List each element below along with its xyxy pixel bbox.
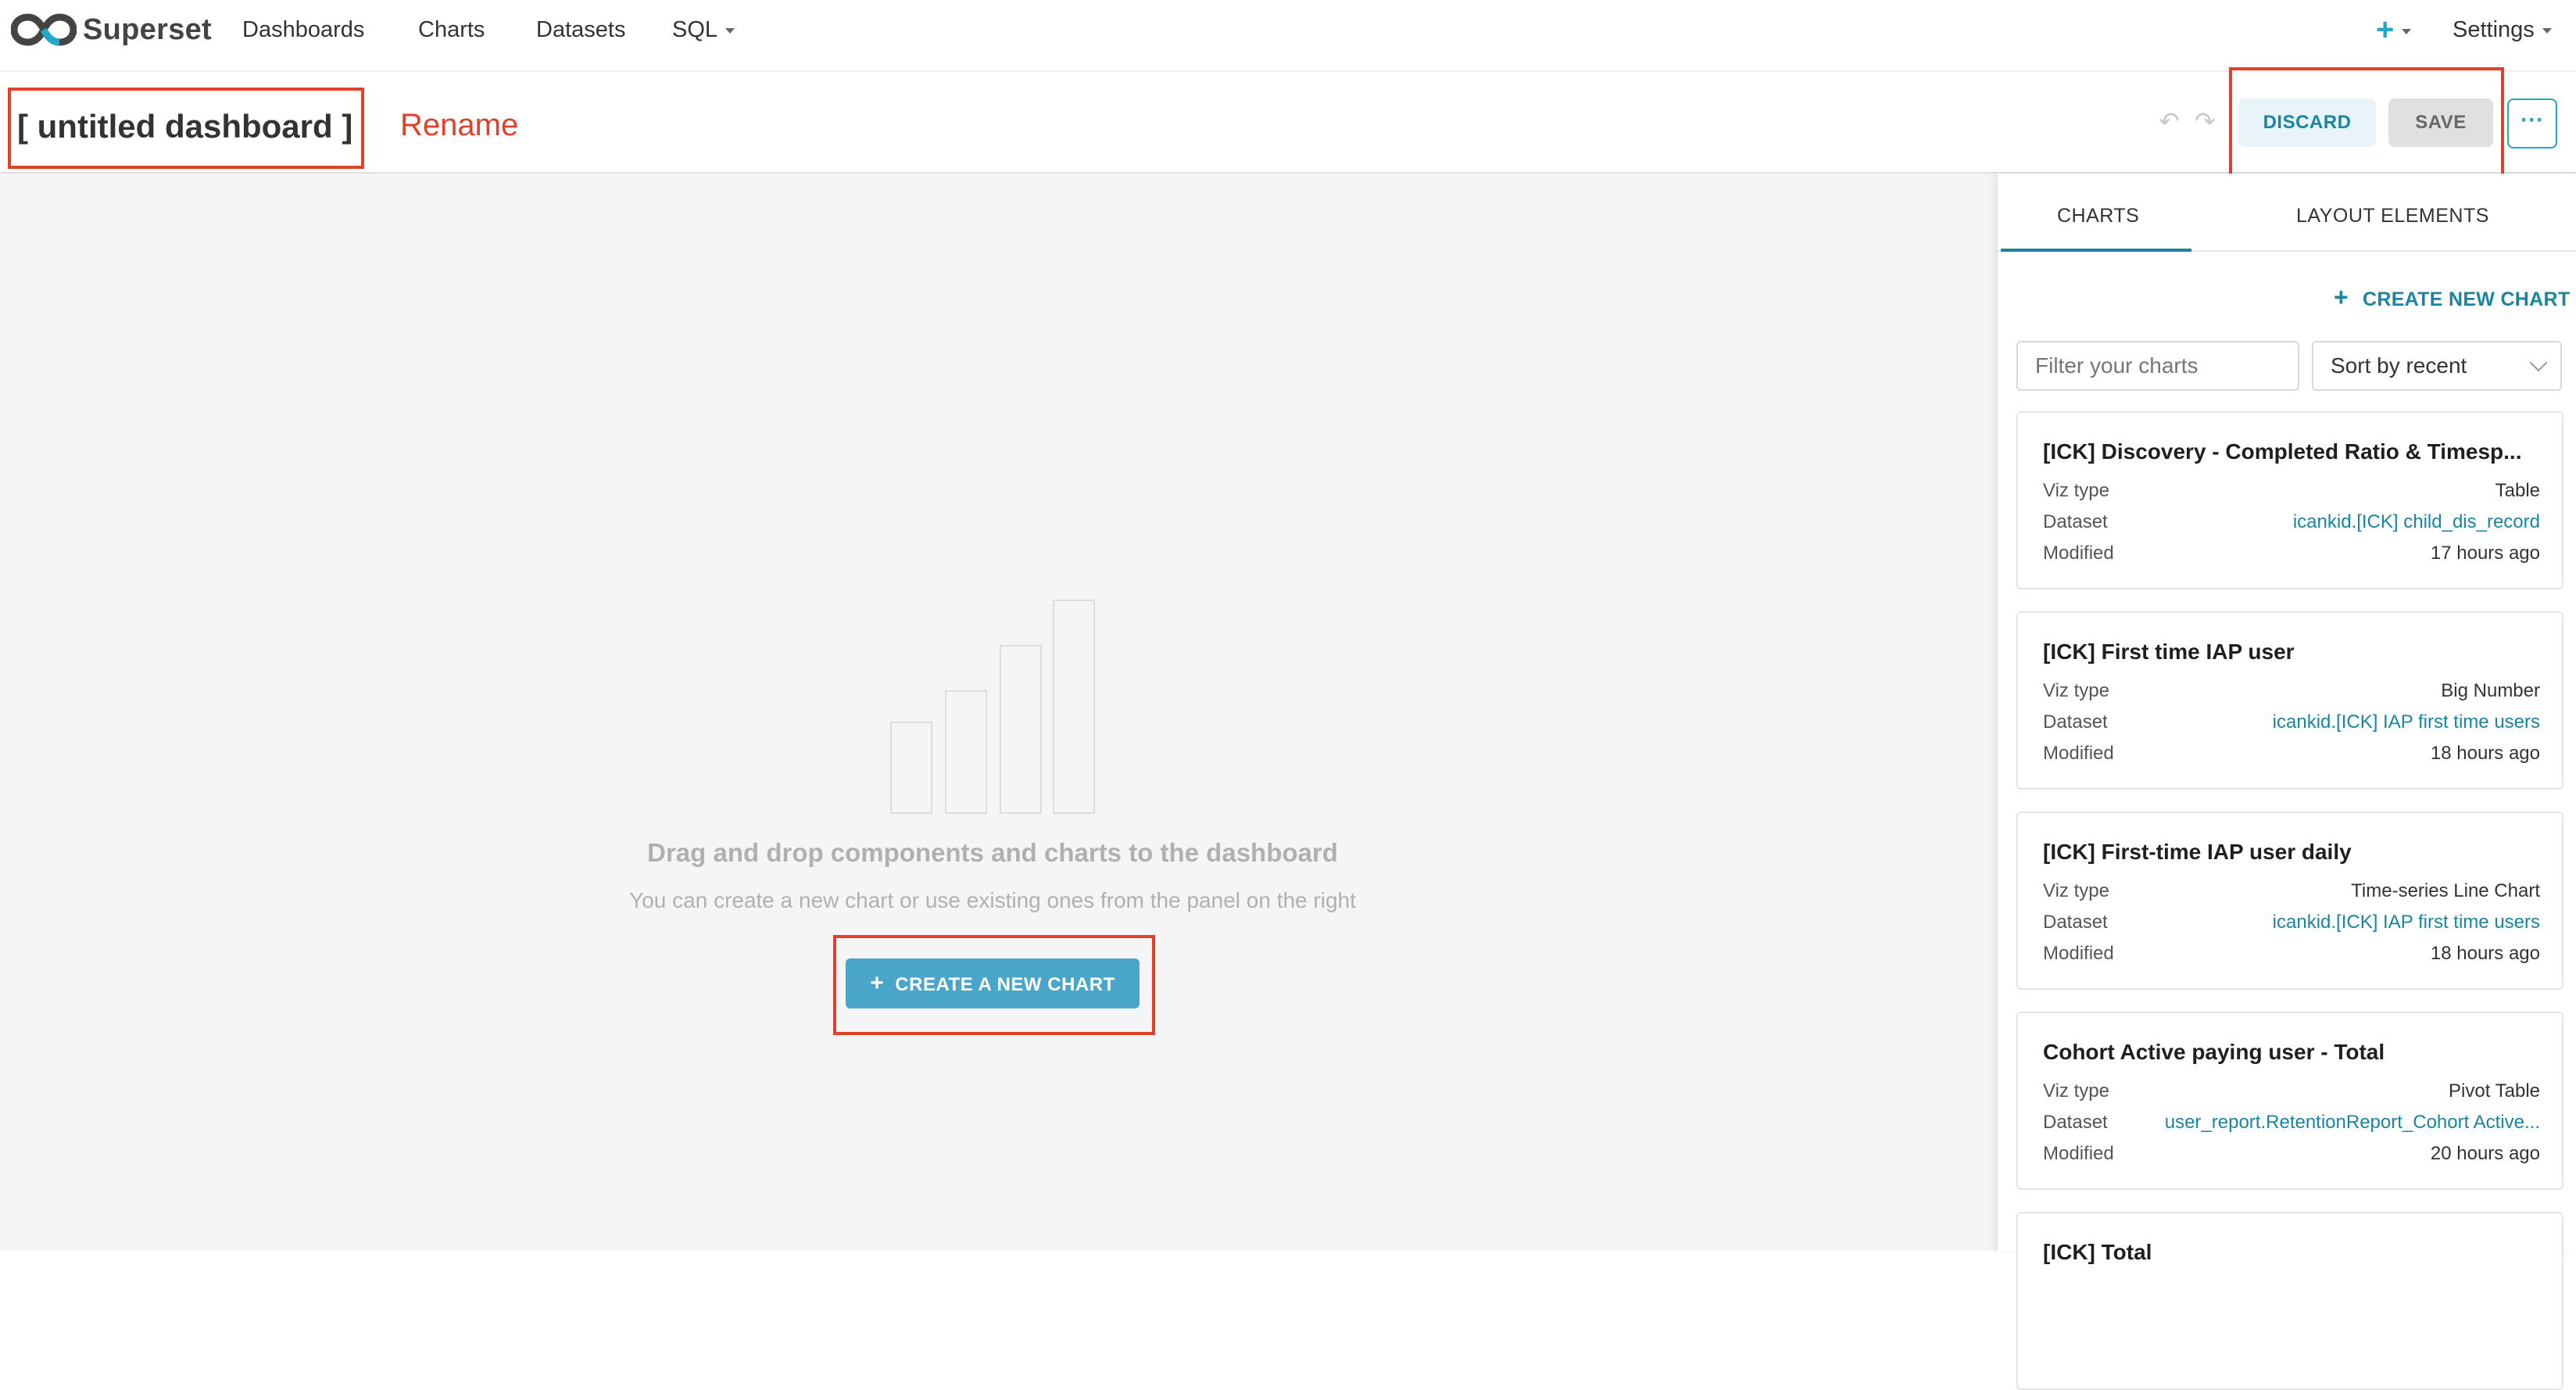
chart-card[interactable]: [ICK] First-time IAP user daily Viz type… <box>2016 811 2563 990</box>
chart-card-row: Modified 18 hours ago <box>2043 943 2540 971</box>
plus-icon: + <box>2376 13 2395 47</box>
modified-label: Modified <box>2043 1143 2114 1164</box>
chevron-down-icon <box>2529 353 2548 372</box>
dataset-label: Dataset <box>2043 511 2108 532</box>
viz-type-label: Viz type <box>2043 480 2109 501</box>
viz-type-value: Table <box>2495 480 2540 501</box>
viz-type-value: Time-series Line Chart <box>2351 880 2540 901</box>
top-navbar: Superset Dashboards Charts Datasets SQL … <box>0 0 2576 72</box>
chart-card-row: Viz type Table <box>2043 480 2540 508</box>
modified-value: 17 hours ago <box>2430 543 2540 564</box>
save-button[interactable]: SAVE <box>2388 99 2493 147</box>
chart-card-row: Modified 17 hours ago <box>2043 543 2540 571</box>
viz-type-value: Big Number <box>2441 680 2540 701</box>
viz-type-label: Viz type <box>2043 880 2109 901</box>
settings-label: Settings <box>2453 17 2535 42</box>
viz-type-label: Viz type <box>2043 680 2109 701</box>
nav-datasets[interactable]: Datasets <box>536 14 625 45</box>
modified-label: Modified <box>2043 743 2114 764</box>
chart-card-row: Dataset icankid.[ICK] IAP first time use… <box>2043 912 2540 940</box>
chart-card-row: Modified 20 hours ago <box>2043 1143 2540 1171</box>
chart-card[interactable]: [ICK] First time IAP user Viz type Big N… <box>2016 611 2563 790</box>
create-new-chart-link[interactable]: + CREATE NEW CHART <box>2334 283 2570 312</box>
create-new-chart-link-label: CREATE NEW CHART <box>2363 288 2571 310</box>
sort-select[interactable]: Sort by recent <box>2312 341 2562 391</box>
dataset-link[interactable]: icankid.[ICK] IAP first time users <box>2273 711 2540 733</box>
modified-label: Modified <box>2043 543 2114 564</box>
create-new-chart-button[interactable]: + CREATE A NEW CHART <box>846 958 1140 1008</box>
tab-layout-elements[interactable]: LAYOUT ELEMENTS <box>2296 205 2489 227</box>
dataset-label: Dataset <box>2043 912 2108 933</box>
chart-card-row: Viz type Pivot Table <box>2043 1080 2540 1109</box>
modified-value: 18 hours ago <box>2430 943 2540 964</box>
empty-chart-illustration-icon <box>890 600 1095 814</box>
modified-value: 20 hours ago <box>2430 1143 2540 1164</box>
filter-charts-input[interactable] <box>2016 341 2299 391</box>
chart-card-row: Viz type Big Number <box>2043 680 2540 708</box>
chart-card-row: Dataset icankid.[ICK] IAP first time use… <box>2043 711 2540 740</box>
nav-sql[interactable]: SQL <box>672 14 735 45</box>
chart-card-title: Cohort Active paying user - Total <box>2043 1040 2385 1064</box>
chevron-down-icon <box>2402 28 2412 34</box>
viz-type-label: Viz type <box>2043 1080 2109 1102</box>
superset-logo-icon <box>11 13 77 46</box>
dataset-label: Dataset <box>2043 1112 2108 1133</box>
superset-logo[interactable]: Superset <box>11 8 212 52</box>
plus-icon: + <box>870 970 885 996</box>
nav-dashboards[interactable]: Dashboards <box>242 14 364 45</box>
chart-card-title: [ICK] Discovery - Completed Ratio & Time… <box>2043 439 2522 464</box>
builder-side-panel: CHARTS LAYOUT ELEMENTS + CREATE NEW CHART… <box>1996 174 2576 1390</box>
undo-icon[interactable]: ↶ <box>2159 106 2180 136</box>
rename-annotation: Rename <box>400 108 519 142</box>
title-annotation-box: [ untitled dashboard ] <box>8 88 364 169</box>
empty-state-subtitle: You can create a new chart or use existi… <box>629 888 1356 912</box>
chart-card-row: Dataset user_report.RetentionReport_Coho… <box>2043 1112 2540 1140</box>
chart-card-title: [ICK] Total <box>2043 1240 2152 1264</box>
tab-charts[interactable]: CHARTS <box>2057 205 2139 227</box>
viz-type-value: Pivot Table <box>2449 1080 2540 1102</box>
more-options-button[interactable]: ··· <box>2507 99 2557 149</box>
chart-card-title: [ICK] First time IAP user <box>2043 639 2295 664</box>
dataset-label: Dataset <box>2043 711 2108 733</box>
dataset-link[interactable]: icankid.[ICK] IAP first time users <box>2273 912 2540 933</box>
modified-label: Modified <box>2043 943 2114 964</box>
discard-button[interactable]: DISCARD <box>2238 99 2376 147</box>
new-menu-button[interactable]: + <box>2376 13 2412 47</box>
nav-charts[interactable]: Charts <box>418 14 485 45</box>
chart-card[interactable]: Cohort Active paying user - Total Viz ty… <box>2016 1012 2563 1190</box>
empty-state-title: Drag and drop components and charts to t… <box>647 838 1338 867</box>
create-new-chart-label: CREATE A NEW CHART <box>895 974 1115 995</box>
dashboard-canvas[interactable]: Drag and drop components and charts to t… <box>0 174 1996 1251</box>
chart-card-row: Modified 18 hours ago <box>2043 743 2540 771</box>
active-tab-indicator <box>2001 249 2191 252</box>
redo-icon[interactable]: ↷ <box>2195 106 2216 136</box>
chevron-down-icon <box>725 27 735 34</box>
plus-icon: + <box>2334 283 2349 311</box>
sort-select-value: Sort by recent <box>2331 353 2467 378</box>
dashboard-title-input[interactable]: [ untitled dashboard ] <box>17 108 352 145</box>
brand-name: Superset <box>83 13 213 46</box>
settings-menu[interactable]: Settings <box>2453 14 2552 45</box>
chevron-down-icon <box>2542 27 2552 34</box>
chart-card-title: [ICK] First-time IAP user daily <box>2043 840 2352 864</box>
dataset-link[interactable]: icankid.[ICK] child_dis_record <box>2293 511 2540 533</box>
chart-card[interactable]: [ICK] Total <box>2016 1212 2563 1390</box>
dataset-link[interactable]: user_report.RetentionReport_Cohort Activ… <box>2165 1112 2540 1134</box>
chart-card[interactable]: [ICK] Discovery - Completed Ratio & Time… <box>2016 411 2563 589</box>
modified-value: 18 hours ago <box>2430 743 2540 764</box>
chart-card-row: Dataset icankid.[ICK] child_dis_record <box>2043 511 2540 539</box>
nav-sql-label: SQL <box>672 17 718 42</box>
dashboard-header: [ untitled dashboard ] Rename ↶ ↷ DISCAR… <box>0 67 2576 189</box>
chart-card-row: Viz type Time-series Line Chart <box>2043 880 2540 908</box>
